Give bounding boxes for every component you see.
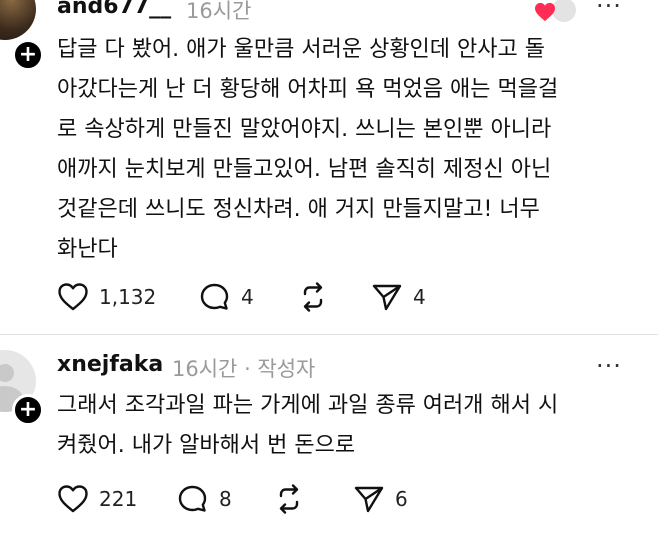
body-line: 것같은데 쓰니도 정신차려. 애 거지 만들지말고! 너무 xyxy=(57,197,540,222)
body-line: 로 속상하게 만들진 말았어야지. 쓰니는 본인뿐 아니라 xyxy=(57,117,552,142)
body-line: 켜줬어. 내가 알바해서 번 돈으로 xyxy=(57,433,356,458)
timestamp: 16시간 · 작성자 xyxy=(172,353,315,383)
follow-plus-icon[interactable]: + xyxy=(12,394,44,426)
comment-count: 8 xyxy=(219,487,232,511)
like-count: 1,132 xyxy=(99,285,157,309)
comment-button[interactable]: 8 xyxy=(177,479,232,519)
body-line: 아갔다는게 난 더 황당해 어차피 욕 먹었음 애는 먹을걸 xyxy=(57,77,559,102)
body-line: 화난다 xyxy=(57,237,118,262)
action-bar: 1,132 4 4 xyxy=(57,277,637,317)
like-button[interactable]: 1,132 xyxy=(57,277,156,317)
share-button[interactable]: 4 xyxy=(371,277,426,317)
more-options-button[interactable]: ··· xyxy=(596,352,622,380)
author-tag: · 작성자 xyxy=(244,357,316,381)
heart-icon xyxy=(58,283,88,311)
action-bar: 221 8 6 xyxy=(57,479,637,519)
post-body: 답글 다 봤어. 애가 울만큼 서러운 상황인데 안사고 돌 아갔다는게 난 더… xyxy=(57,30,637,270)
username[interactable]: and677__ xyxy=(57,0,171,19)
repost-button[interactable] xyxy=(297,277,339,317)
comment-count: 4 xyxy=(241,285,254,309)
body-line: 애까지 눈치보게 만들고있어. 남편 솔직히 제정신 아닌 xyxy=(57,157,552,182)
body-line: 그래서 조각과일 파는 가게에 과일 종류 여러개 해서 시 xyxy=(57,393,559,418)
more-options-button[interactable]: ··· xyxy=(596,0,622,20)
liked-by-author-icon xyxy=(534,0,578,26)
username[interactable]: xnejfaka xyxy=(57,352,163,377)
avatar[interactable] xyxy=(0,0,36,40)
body-line: 답글 다 봤어. 애가 울만큼 서러운 상황인데 안사고 돌 xyxy=(57,37,545,62)
comment-button[interactable]: 4 xyxy=(199,277,254,317)
share-button[interactable]: 6 xyxy=(353,479,408,519)
follow-plus-icon[interactable]: + xyxy=(12,39,44,71)
timestamp-text: 16시간 xyxy=(172,357,238,381)
comment-bubble-icon xyxy=(200,283,229,310)
share-count: 4 xyxy=(413,285,426,309)
share-count: 6 xyxy=(395,487,408,511)
send-icon xyxy=(372,284,402,311)
post-body: 그래서 조각과일 파는 가게에 과일 종류 여러개 해서 시 켜줬어. 내가 알… xyxy=(57,386,637,466)
comment-bubble-icon xyxy=(178,485,207,512)
like-button[interactable]: 221 xyxy=(57,479,137,519)
repost-icon xyxy=(279,484,299,514)
send-icon xyxy=(354,486,384,513)
repost-button[interactable] xyxy=(273,479,315,519)
divider xyxy=(0,334,658,335)
repost-icon xyxy=(303,282,323,312)
heart-icon xyxy=(58,485,88,513)
timestamp: 16시간 xyxy=(186,0,252,23)
like-count: 221 xyxy=(99,487,138,511)
